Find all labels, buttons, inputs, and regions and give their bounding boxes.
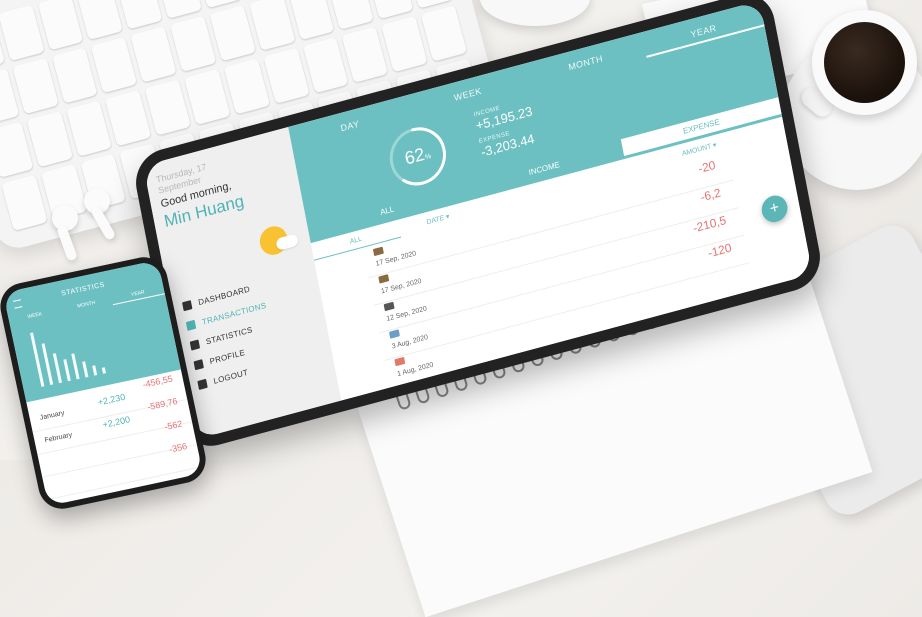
transactions-icon [185,319,197,331]
phone-tab-month[interactable]: MONTH [60,294,114,316]
category-icon [383,301,395,312]
category-icon [378,274,390,284]
chart-bar [71,353,80,380]
sort-date[interactable]: DATE ▾ [425,208,451,230]
profile-icon [193,359,204,371]
mouse [480,0,590,26]
chart-bar [30,332,45,387]
category-icon [388,329,400,339]
sidebar-item-label: STATISTICS [205,325,254,347]
totals: INCOME +5,195.23 EXPENSE -3,203.44 [473,97,540,165]
sidebar-nav: DASHBOARD TRANSACTIONS STATISTICS PROFIL… [182,281,281,401]
dashboard-icon [182,300,193,312]
expense-amount: -562 [163,418,184,433]
chart-bar [92,365,98,376]
statistics-icon [189,339,201,351]
chart-bar [63,359,71,382]
chart-bar [82,361,89,378]
chart-bar [52,353,63,384]
month-label: January [39,409,66,422]
logout-icon [197,378,208,390]
sidebar-item-label: DASHBOARD [197,284,251,308]
income-amount: +2,200 [101,414,131,430]
sidebar-item-label: PROFILE [208,347,246,367]
phone-tab-year[interactable]: YEAR [111,283,165,306]
percent-unit: % [424,152,432,162]
sidebar-item-label: LOGOUT [212,367,249,386]
percent-value: 62 [403,143,427,169]
tab-month[interactable]: MONTH [525,38,647,89]
chart-bar [101,367,107,374]
category-icon [372,246,384,257]
month-label: February [44,431,73,445]
income-amount: +2,230 [96,391,127,408]
coffee [824,22,905,103]
greeting: Thursday, 17 September Good morning, Min… [155,154,246,232]
chart-bar [41,343,54,386]
phone-bar-chart [29,314,107,387]
coffee-cup [812,10,917,115]
expense-amount: -356 [168,441,188,455]
category-icon [394,356,406,367]
